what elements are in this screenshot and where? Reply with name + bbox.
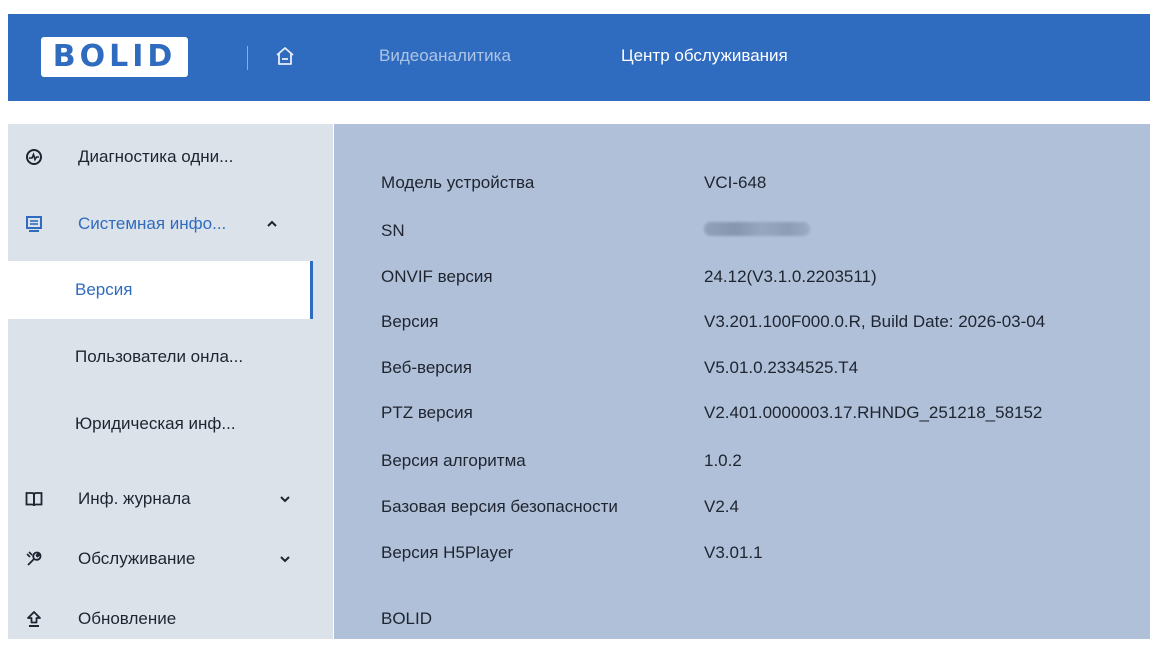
chevron-down-icon — [278, 552, 292, 566]
info-key: Версия — [381, 312, 439, 331]
sidebar-item-online-users[interactable]: Пользователи онла... — [8, 328, 313, 386]
sidebar-item-label: Системная инфо... — [78, 214, 227, 233]
info-key: Версия алгоритма — [381, 451, 526, 470]
info-value: V2.401.0000003.17.RHNDG_251218_58152 — [704, 403, 1043, 422]
info-row: Версия H5Player V3.01.1 — [381, 538, 763, 568]
sidebar-item-version[interactable]: Версия — [8, 261, 313, 319]
info-key: Базовая версия безопасности — [381, 497, 618, 516]
sidebar-item-update[interactable]: Обновление — [8, 590, 313, 648]
info-row: ONVIF версия 24.12(V3.1.0.2203511) — [381, 262, 877, 292]
info-value: 24.12(V3.1.0.2203511) — [704, 267, 877, 286]
monitor-icon — [24, 214, 44, 234]
sidebar-item-diagnostics[interactable]: Диагностика одни... — [8, 128, 313, 186]
diagnostics-icon — [24, 147, 44, 167]
info-key: Веб-версия — [381, 358, 472, 377]
info-key: Модель устройства — [381, 173, 535, 192]
serial-number-redacted — [704, 221, 810, 241]
version-info-panel: Модель устройства VCI-648 SN ONVIF верси… — [334, 124, 1150, 639]
info-key: ONVIF версия — [381, 267, 493, 286]
sidebar-item-label: Обновление — [78, 609, 177, 628]
info-row: Веб-версия V5.01.0.2334525.T4 — [381, 353, 858, 383]
info-value: 1.0.2 — [704, 451, 742, 470]
wrench-icon — [24, 549, 44, 569]
sidebar-item-label: Диагностика одни... — [78, 147, 234, 166]
info-value: V3.201.100F000.0.R, Build Date: 2026-03-… — [704, 312, 1046, 331]
tab-service-center[interactable]: Центр обслуживания — [621, 44, 788, 68]
footer-brand-text: BOLID — [381, 609, 433, 628]
info-row: Версия V3.201.100F000.0.R, Build Date: 2… — [381, 307, 1045, 337]
upload-icon — [24, 609, 44, 629]
info-row: Модель устройства VCI-648 — [381, 168, 766, 198]
info-row: SN — [381, 216, 810, 246]
info-key: Версия H5Player — [381, 543, 514, 562]
sidebar-item-system-info[interactable]: Системная инфо... — [8, 195, 313, 253]
sidebar-item-label: Инф. журнала — [78, 489, 191, 508]
sidebar-item-maintenance[interactable]: Обслуживание — [8, 530, 313, 588]
sidebar-item-label: Обслуживание — [78, 549, 196, 568]
home-button[interactable] — [272, 43, 298, 69]
footer-brand: BOLID — [381, 604, 432, 634]
sidebar-item-legal-info[interactable]: Юридическая инф... — [8, 395, 313, 453]
chevron-up-icon — [265, 217, 279, 231]
info-key: SN — [381, 221, 405, 240]
tab-video-analytics[interactable]: Видеоаналитика — [379, 44, 511, 68]
sidebar-item-log-info[interactable]: Инф. журнала — [8, 470, 313, 528]
sidebar-item-label: Версия — [75, 280, 133, 299]
info-row: PTZ версия V2.401.0000003.17.RHNDG_25121… — [381, 398, 1042, 428]
sidebar-item-label: Пользователи онла... — [75, 347, 244, 366]
info-key: PTZ версия — [381, 403, 473, 422]
info-value: VCI-648 — [704, 173, 767, 192]
book-icon — [24, 489, 44, 509]
sidebar: Диагностика одни... Системная инфо... Ве… — [8, 124, 333, 639]
info-value: V3.01.1 — [704, 543, 763, 562]
info-value: V2.4 — [704, 497, 739, 516]
header-divider — [247, 46, 248, 70]
info-row: Базовая версия безопасности V2.4 — [381, 492, 739, 522]
info-value: V5.01.0.2334525.T4 — [704, 358, 859, 377]
info-row: Версия алгоритма 1.0.2 — [381, 446, 742, 476]
logo-text: BOLID — [52, 39, 177, 74]
bolid-logo: BOLID — [41, 37, 188, 77]
chevron-down-icon — [278, 492, 292, 506]
sidebar-item-label: Юридическая инф... — [75, 414, 236, 433]
top-bar: BOLID Видеоаналитика Центр обслуживания — [8, 14, 1150, 101]
home-icon — [276, 47, 294, 65]
